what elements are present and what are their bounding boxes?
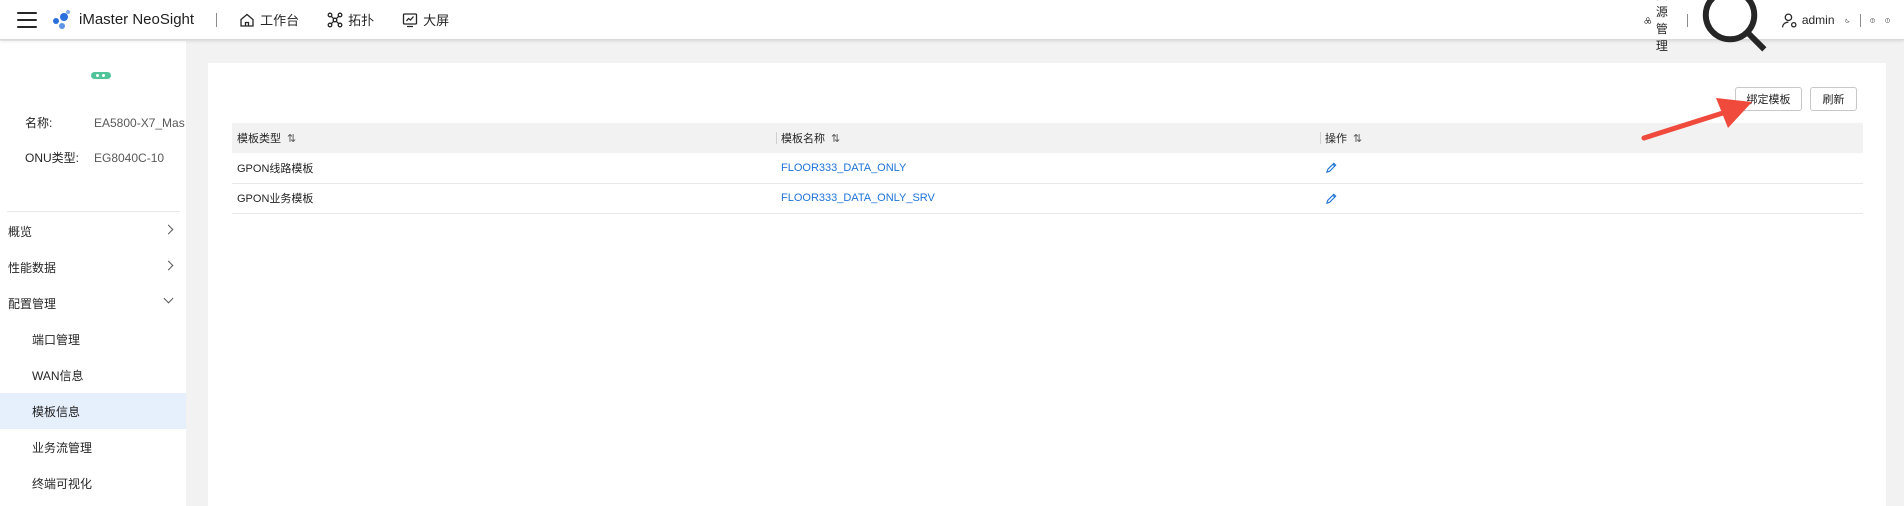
device-status-icon [91,72,111,79]
sidebar-item-label: 配置管理 [8,296,57,311]
sidebar-item-template-info[interactable]: 模板信息 [0,393,186,429]
column-header-template-type[interactable]: 模板类型 ⇅ [232,123,776,153]
top-bar: iMaster NeoSight 工作台 拓扑 大屏 资源管理 admin [0,0,1904,53]
onu-type-row: ONU类型: EG8040C-10 [25,149,164,166]
template-name-link[interactable]: FLOOR333_DATA_ONLY [776,153,1320,184]
app-logo-icon [51,9,73,31]
sidebar-item-label: 性能数据 [8,260,57,275]
nav-label: 拓扑 [348,13,375,28]
template-type-cell: GPON线路模板 [232,153,776,184]
template-info-panel: 绑定模板 刷新 模板类型 ⇅ 模板名称 ⇅ 操作 ⇅ GPON线路模板 FLOOR33… [208,63,1886,506]
screen-icon [402,12,418,27]
onu-type-key: ONU类型: [25,151,80,165]
sidebar-item-label: WAN信息 [32,368,84,383]
device-name-value: EA5800-X7_Mas [94,116,185,130]
onu-type-value: EG8040C-10 [94,151,165,165]
template-type-cell: GPON业务模板 [232,183,776,214]
sort-icon[interactable]: ⇅ [287,133,296,145]
nav-big-screen[interactable]: 大屏 [402,10,449,29]
hamburger-menu-icon[interactable] [17,11,37,28]
header-actions: 资源管理 admin [1644,0,1890,53]
nav-label: 工作台 [260,13,300,28]
sidebar-item-performance[interactable]: 性能数据 [0,249,186,285]
sidebar-item-port-management[interactable]: 端口管理 [0,321,186,357]
info-icon[interactable] [1885,12,1890,29]
device-name-key: 名称: [25,116,53,130]
user-gear-icon [1781,12,1797,28]
sidebar-item-config[interactable]: 配置管理 [0,285,186,321]
annotation-arrow-icon [1641,98,1752,141]
column-header-template-name[interactable]: 模板名称 ⇅ [776,123,1320,153]
column-header-actions[interactable]: 操作 ⇅ [1320,123,1863,153]
resource-icon [1644,16,1652,24]
sidebar-item-overview[interactable]: 概览 [0,213,186,249]
app-name: iMaster NeoSight [79,11,195,28]
home-icon [240,13,254,27]
template-table: 模板类型 ⇅ 模板名称 ⇅ 操作 ⇅ GPON线路模板 FLOOR333_DATA_O… [232,123,1863,214]
header-divider [216,12,218,27]
refresh-button[interactable]: 刷新 [1810,87,1857,111]
user-name: admin [1801,13,1835,27]
table-header-row: 模板类型 ⇅ 模板名称 ⇅ 操作 ⇅ [232,123,1863,153]
nav-workbench[interactable]: 工作台 [239,10,299,29]
sidebar-item-terminal-visualization[interactable]: 终端可视化 [0,465,186,501]
chevron-right-icon [163,224,174,235]
sort-icon[interactable]: ⇅ [831,133,840,145]
sidebar-item-wan-info[interactable]: WAN信息 [0,357,186,393]
sidebar-item-label: 模板信息 [32,404,81,419]
panel-divider [7,211,180,212]
actions-cell [1320,183,1863,214]
resource-management-label: 资源管理 [1655,0,1668,53]
sidebar-item-label: 端口管理 [32,332,81,347]
edit-icon[interactable] [1325,192,1338,205]
sidebar-item-label: 业务流管理 [32,440,93,455]
table-row: GPON线路模板 FLOOR333_DATA_ONLY [232,153,1863,184]
help-icon[interactable] [1870,12,1875,29]
nav-topology[interactable]: 拓扑 [327,10,374,29]
topology-icon [327,12,343,27]
sort-icon[interactable]: ⇅ [1353,133,1362,145]
resource-management-button[interactable]: 资源管理 [1644,0,1677,54]
sidebar-item-label: 终端可视化 [32,476,93,491]
nav-label: 大屏 [423,13,450,28]
actions-cell [1320,153,1863,184]
device-name-row: 名称: EA5800-X7_Mas [25,114,185,131]
search-icon[interactable] [1698,0,1771,57]
table-row: GPON业务模板 FLOOR333_DATA_ONLY_SRV [232,183,1863,214]
moon-icon[interactable] [1844,12,1850,29]
sidebar-item-label: 概览 [8,224,33,239]
chevron-down-icon [163,293,174,304]
device-side-panel: 名称: EA5800-X7_Mas ONU类型: EG8040C-10 概览 性能数… [0,41,186,506]
edit-icon[interactable] [1325,161,1338,174]
template-name-link[interactable]: FLOOR333_DATA_ONLY_SRV [776,183,1320,214]
chevron-right-icon [163,260,174,271]
user-menu[interactable]: admin [1781,12,1835,29]
sidebar-item-service-flow[interactable]: 业务流管理 [0,429,186,465]
